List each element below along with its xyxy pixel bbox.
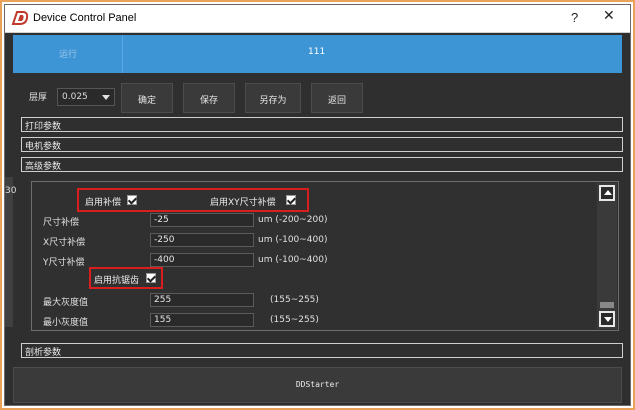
back-button-label: 返回 [327, 96, 346, 106]
run-tab[interactable]: 运行 [13, 35, 123, 73]
y-size-compensation-range: um (-100~400) [258, 255, 328, 265]
min-gray-input[interactable]: 155 [150, 313, 254, 327]
section-motor-params-label: 电机参数 [25, 142, 62, 152]
section-slice-params-label: 剖析参数 [25, 348, 62, 358]
scroll-up-icon[interactable] [599, 185, 615, 201]
section-slice-params[interactable]: 剖析参数 [21, 343, 623, 358]
section-advanced-params-label: 高级参数 [25, 162, 62, 172]
y-size-compensation-input[interactable]: -400 [150, 253, 254, 267]
save-as-button-label: 另存为 [259, 96, 287, 106]
close-button[interactable]: ✕ [603, 8, 615, 24]
save-button-label: 保存 [199, 96, 218, 106]
x-size-compensation-range: um (-100~400) [258, 235, 328, 245]
max-gray-label: 最大灰度值 [43, 298, 89, 308]
footer-label: DDStarter [295, 380, 340, 389]
max-gray-range: (155~255) [270, 295, 319, 305]
status-banner: 运行 111 [13, 35, 622, 73]
section-motor-params[interactable]: 电机参数 [21, 137, 623, 152]
enable-antialias-checkbox[interactable] [146, 273, 156, 283]
title-bar: Device Control Panel ? ✕ [5, 5, 630, 33]
section-advanced-params[interactable]: 高级参数 [21, 157, 623, 172]
confirm-button[interactable]: 确定 [121, 83, 173, 113]
min-gray-range: (155~255) [270, 315, 319, 325]
panel-scrollbar[interactable] [597, 183, 617, 329]
section-print-params-label: 打印参数 [25, 122, 62, 132]
enable-antialias-label: 启用抗锯齿 [94, 276, 140, 286]
y-size-compensation-label: Y尺寸补偿 [43, 258, 85, 268]
layer-thickness-select[interactable]: 0.025 [57, 88, 115, 106]
save-as-button[interactable]: 另存为 [245, 83, 301, 113]
side-mark: 30 [5, 186, 17, 196]
section-print-params[interactable]: 打印参数 [21, 117, 623, 132]
device-control-window: Device Control Panel ? ✕ 运行 111 层厚 0.025… [4, 4, 631, 406]
banner-title: 111 [308, 47, 326, 57]
help-button[interactable]: ? [571, 10, 578, 25]
scroll-thumb[interactable] [600, 302, 614, 308]
save-button[interactable]: 保存 [183, 83, 235, 113]
enable-xy-compensation-label: 启用XY尺寸补偿 [210, 198, 276, 208]
size-compensation-input[interactable]: -25 [150, 213, 254, 227]
layer-thickness-value: 0.025 [62, 92, 88, 102]
run-tab-label: 运行 [58, 50, 77, 60]
window-title: Device Control Panel [33, 12, 137, 24]
back-button[interactable]: 返回 [311, 83, 363, 113]
d-logo-icon [11, 11, 29, 25]
x-size-compensation-label: X尺寸补偿 [43, 238, 86, 248]
enable-xy-compensation-checkbox[interactable] [286, 195, 296, 205]
chevron-down-icon [102, 95, 110, 100]
max-gray-input[interactable]: 255 [150, 293, 254, 307]
footer-bar: DDStarter [13, 367, 622, 403]
layer-thickness-label: 层厚 [29, 93, 48, 103]
size-compensation-range: um (-200~200) [258, 215, 328, 225]
side-strip [5, 177, 13, 327]
min-gray-label: 最小灰度值 [43, 318, 89, 328]
scroll-down-icon[interactable] [599, 311, 615, 327]
enable-compensation-checkbox[interactable] [127, 195, 137, 205]
x-size-compensation-input[interactable]: -250 [150, 233, 254, 247]
size-compensation-label: 尺寸补偿 [43, 218, 80, 228]
confirm-button-label: 确定 [137, 96, 156, 106]
enable-compensation-label: 启用补偿 [85, 198, 122, 208]
